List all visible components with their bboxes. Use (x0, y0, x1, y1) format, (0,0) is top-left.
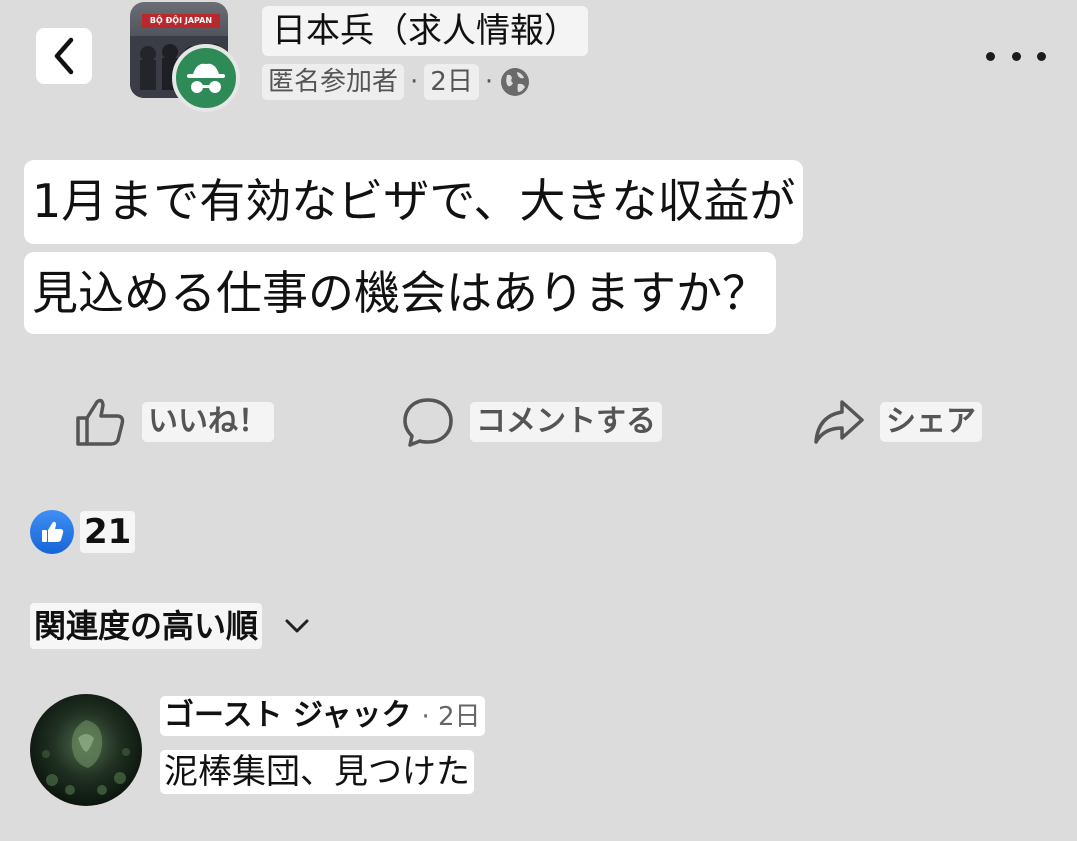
like-label: いいね！ (142, 402, 274, 442)
thumbs-up-icon (76, 398, 125, 446)
commenter-name[interactable]: ゴースト ジャック (164, 696, 411, 736)
like-reaction-icon (30, 510, 74, 554)
comment-sort-dropdown[interactable]: 関連度の高い順 (30, 600, 310, 652)
comment-button[interactable]: コメントする (400, 392, 662, 452)
anonymous-avatar[interactable] (172, 44, 240, 112)
comment-header: ゴースト ジャック · 2日 (160, 696, 485, 736)
share-label: シェア (880, 402, 982, 442)
post-text-line-1: 1月まで有効なビザで、大きな収益が (24, 160, 804, 244)
comment-text: 泥棒集団、見つけた (160, 750, 474, 794)
meta-separator: · (410, 67, 419, 97)
post-meta: 匿名参加者 · 2日 · (262, 62, 531, 102)
reaction-count: 21 (80, 511, 136, 553)
author-name[interactable]: 匿名参加者 (262, 64, 405, 100)
comment-bubble-icon (403, 398, 453, 447)
comment-time: · 2日 (421, 702, 481, 732)
more-dots-icon (986, 51, 995, 61)
chevron-left-icon (54, 37, 74, 75)
sort-label: 関連度の高い順 (30, 603, 263, 649)
globe-icon (501, 68, 530, 96)
share-arrow-icon (814, 400, 864, 444)
incognito-icon (187, 63, 225, 93)
meta-separator: · (484, 67, 494, 97)
commenter-avatar[interactable] (30, 694, 142, 806)
back-button[interactable] (36, 28, 92, 84)
group-name[interactable]: 日本兵（求人情報） (262, 6, 588, 56)
more-options-button[interactable] (986, 42, 1046, 70)
reaction-summary[interactable]: 21 (30, 508, 136, 556)
chevron-down-icon (285, 619, 309, 633)
post-text-line-2: 見込める仕事の機会はありますか？ (24, 252, 776, 334)
post-time[interactable]: 2日 (424, 64, 479, 100)
share-button[interactable]: シェア (810, 392, 982, 452)
like-button[interactable]: いいね！ (72, 392, 274, 452)
comment-label: コメントする (470, 402, 662, 442)
